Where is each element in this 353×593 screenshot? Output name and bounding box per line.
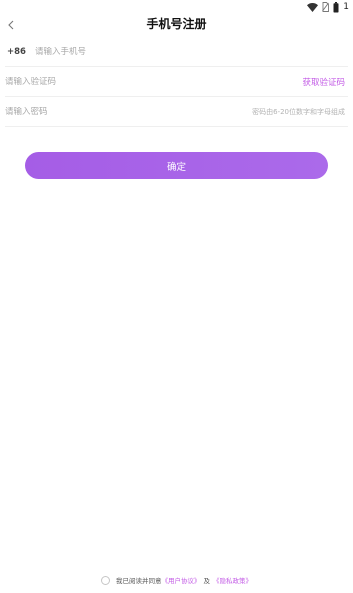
agreement-row: 我已阅读并同意 《用户协议》 及 《隐私政策》	[0, 573, 353, 587]
country-code[interactable]: +86	[7, 47, 26, 57]
confirm-button[interactable]: 确定	[25, 152, 328, 179]
agree-checkbox[interactable]	[101, 575, 110, 585]
password-row: 密码由6-20位数字和字母组成	[5, 97, 348, 127]
no-sim-icon	[322, 2, 330, 12]
get-code-button[interactable]: 获取验证码	[302, 76, 345, 88]
phone-row: +86	[5, 37, 348, 67]
privacy-policy-link[interactable]: 《隐私政策》	[213, 575, 252, 585]
nav-bar: 手机号注册	[0, 12, 353, 36]
password-hint: 密码由6-20位数字和字母组成	[252, 107, 345, 116]
agreement-prefix: 我已阅读并同意	[116, 577, 162, 585]
user-agreement-link[interactable]: 《用户协议》	[162, 575, 201, 585]
page-title: 手机号注册	[146, 17, 207, 31]
wifi-icon	[307, 2, 319, 12]
password-input[interactable]	[5, 106, 253, 117]
agreement-joiner: 及	[203, 577, 211, 585]
verification-code-input[interactable]	[5, 76, 303, 87]
code-row: 获取验证码	[5, 67, 348, 97]
phone-input[interactable]	[34, 46, 348, 57]
battery-icon	[333, 1, 339, 13]
